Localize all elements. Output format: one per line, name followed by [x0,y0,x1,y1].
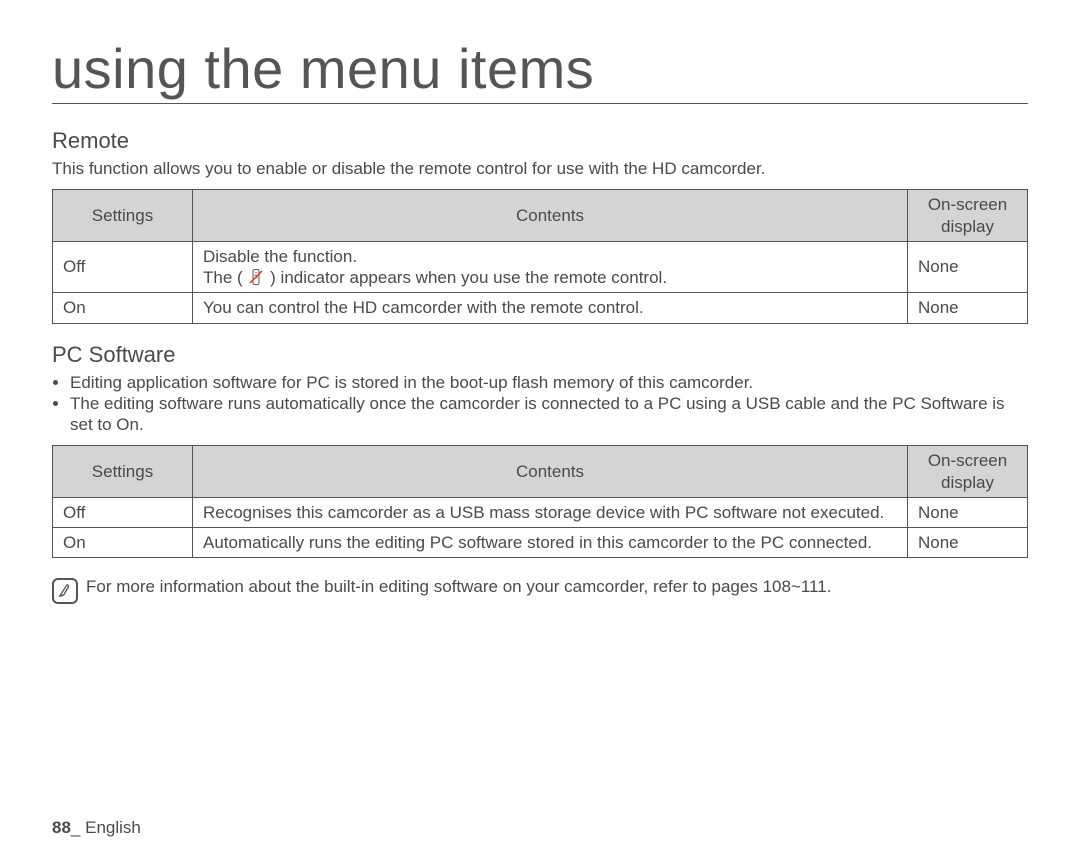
table-header-row: Settings Contents On-screen display [53,190,1028,242]
content-line: Disable the function. [203,247,357,266]
pc-software-table: Settings Contents On-screen display Off … [52,445,1028,558]
note-icon [52,578,78,604]
col-header-contents: Contents [193,446,908,498]
cell-setting: Off [53,241,193,293]
col-header-settings: Settings [53,190,193,242]
manual-page: using the menu items Remote This functio… [0,0,1080,866]
cell-contents: Recognises this camcorder as a USB mass … [193,497,908,527]
remote-description: This function allows you to enable or di… [52,158,1028,179]
bullet-item: The editing software runs automatically … [70,393,1028,436]
content-line: ) indicator appears when you use the rem… [270,268,667,287]
cell-contents: Disable the function. The ( ) indicator … [193,241,908,293]
note-text: For more information about the built-in … [86,576,831,597]
table-row: On Automatically runs the editing PC sof… [53,528,1028,558]
table-row: Off Recognises this camcorder as a USB m… [53,497,1028,527]
col-header-display: On-screen display [908,190,1028,242]
cell-display: None [908,528,1028,558]
cell-setting: On [53,528,193,558]
chapter-title: using the menu items [52,36,1028,104]
content-line: The ( [203,268,243,287]
col-header-display: On-screen display [908,446,1028,498]
note: For more information about the built-in … [52,576,1028,604]
page-footer: 88_ English [52,818,141,838]
remote-table: Settings Contents On-screen display Off … [52,189,1028,323]
cell-setting: On [53,293,193,323]
cell-display: None [908,241,1028,293]
cell-setting: Off [53,497,193,527]
footer-separator: _ [71,818,85,837]
section-title-pc-software: PC Software [52,342,1028,368]
section-title-remote: Remote [52,128,1028,154]
table-row: On You can control the HD camcorder with… [53,293,1028,323]
cell-display: None [908,497,1028,527]
table-row: Off Disable the function. The ( ) indi [53,241,1028,293]
cell-contents: You can control the HD camcorder with th… [193,293,908,323]
col-header-contents: Contents [193,190,908,242]
table-header-row: Settings Contents On-screen display [53,446,1028,498]
page-number: 88 [52,818,71,837]
bullet-item: Editing application software for PC is s… [70,372,1028,393]
footer-language: English [85,818,141,837]
cell-contents: Automatically runs the editing PC softwa… [193,528,908,558]
col-header-settings: Settings [53,446,193,498]
pc-software-bullets: Editing application software for PC is s… [52,372,1028,436]
remote-blocked-icon [247,268,265,286]
cell-display: None [908,293,1028,323]
